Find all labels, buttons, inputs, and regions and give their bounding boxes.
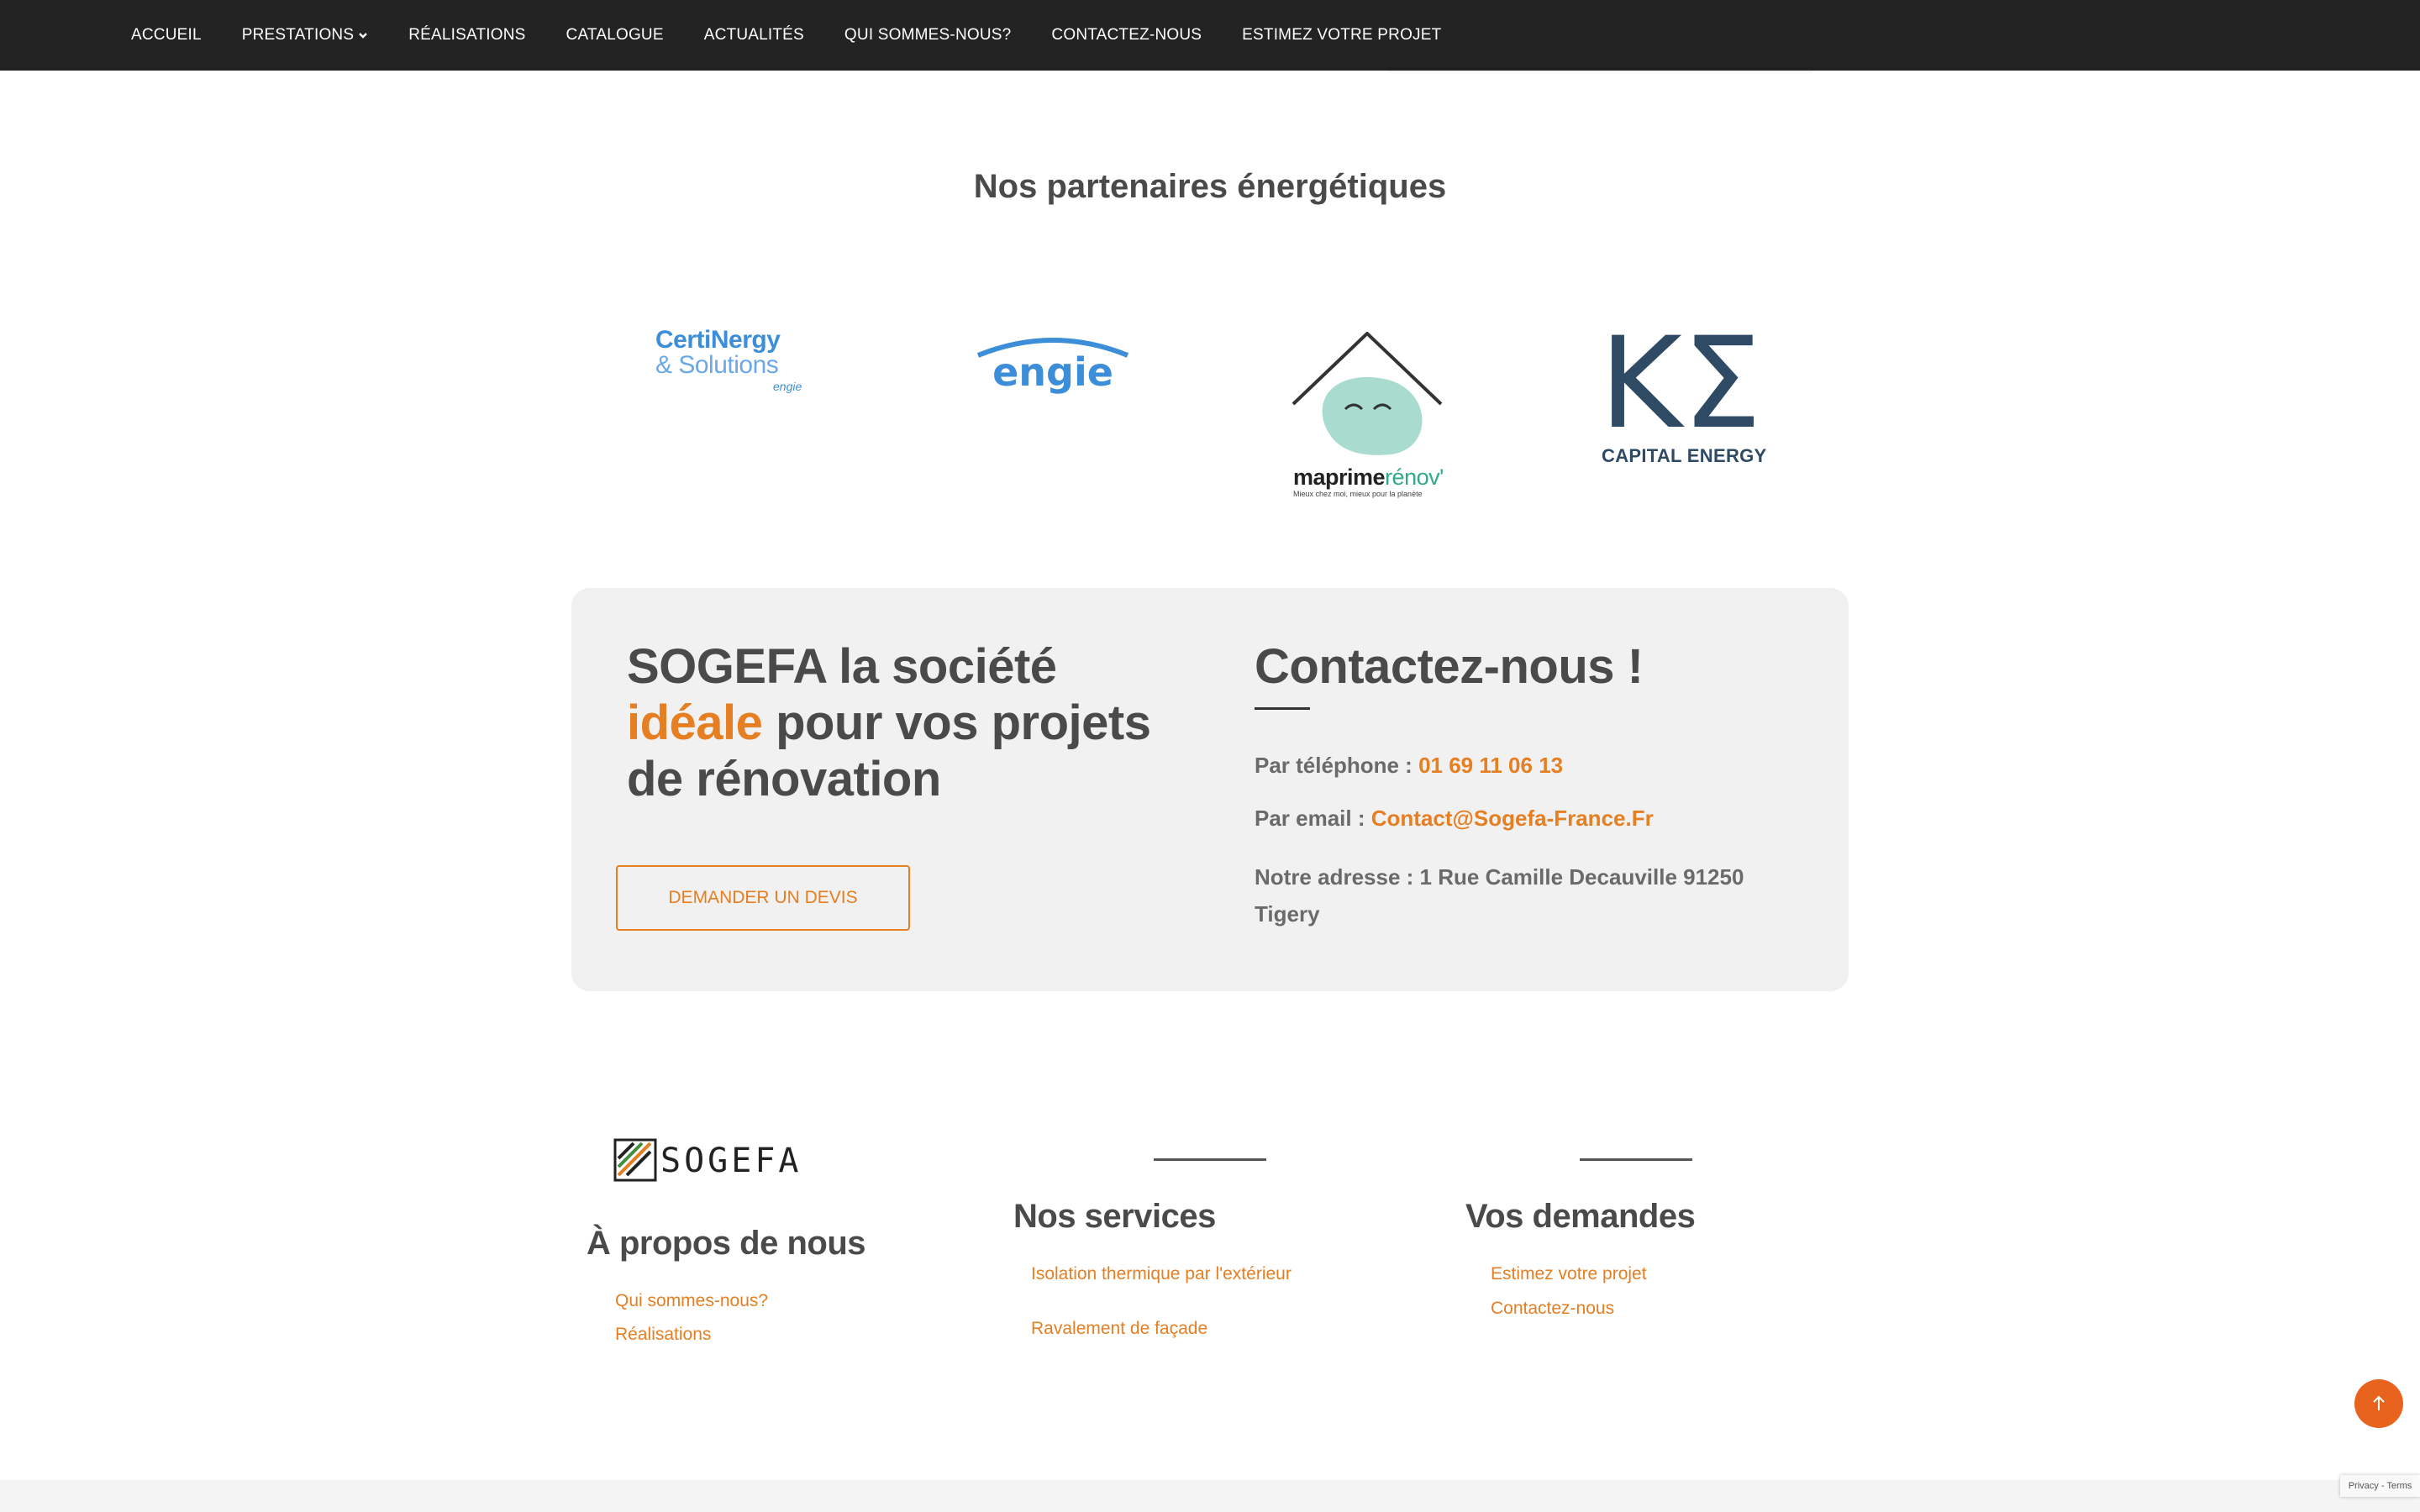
nav-menu: ACCUEIL PRESTATIONS RÉALISATIONS CATALOG… [131,0,1481,71]
nav-label: CONTACTEZ-NOUS [1051,26,1202,44]
certinergy-logo-sub: engie [773,380,802,393]
contact-email: Par email : Contact@Sogefa-France.Fr [1255,806,1654,832]
capital-energy-symbol-text: ΚΣ [1599,328,1761,437]
phone-label: Par téléphone : [1255,753,1413,778]
cta-contact-box: SOGEFA la société idéale pour vos projet… [571,588,1849,991]
phone-link[interactable]: 01 69 11 06 13 [1418,753,1563,778]
contact-title: Contactez-nous ! [1255,639,1644,694]
footer-requests-title: Vos demandes [1465,1198,1696,1235]
nav-item-contactez-nous[interactable]: CONTACTEZ-NOUS [1051,26,1202,45]
services-divider [1154,1158,1266,1161]
capital-energy-symbol: ΚΣ [1599,311,1761,457]
dropdown-shadow [1386,67,1815,74]
capital-energy-logo: ΚΣ CAPITAL ENERGY [1597,311,1767,470]
engie-logo-mark: engie [976,338,1129,395]
engie-logo-text: engie [992,349,1113,395]
certinergy-logo-line1: CertiNergy [655,326,781,354]
cta-heading-accent: idéale [627,696,763,750]
certinergy-logo-line2: & Solutions [655,351,779,379]
nav-label: CATALOGUE [566,26,664,44]
email-link[interactable]: Contact@Sogefa-France.Fr [1371,806,1654,831]
maprimerenov-logo: maprimerénov' Mieux chez moi, mieux pour… [1290,331,1445,500]
recaptcha-badge[interactable]: Privacy - Terms [2340,1475,2420,1497]
nav-label: RÉALISATIONS [408,26,526,44]
top-navigation: ACCUEIL PRESTATIONS RÉALISATIONS CATALOG… [0,0,2420,71]
maprimerenov-logo-accent: rénov' [1385,465,1444,490]
nav-label: QUI SOMMES-NOUS? [844,26,1012,44]
email-label: Par email : [1255,806,1365,831]
back-to-top-button[interactable] [2354,1379,2403,1428]
nav-item-accueil[interactable]: ACCUEIL [131,26,202,45]
nav-item-actualites[interactable]: ACTUALITÉS [704,26,804,45]
nav-item-qui-sommes-nous[interactable]: QUI SOMMES-NOUS? [844,26,1012,45]
footer-about-title: À propos de nous [587,1225,866,1262]
contact-phone: Par téléphone : 01 69 11 06 13 [1255,753,1563,779]
footer-link-qui-sommes-nous[interactable]: Qui sommes-nous? [615,1291,768,1311]
sogefa-logo[interactable]: SOGEFA [613,1138,799,1182]
capital-energy-caption: CAPITAL ENERGY [1602,445,1767,466]
cta-heading-part1: SOGEFA la société [627,639,1057,694]
footer-link-isolation[interactable]: Isolation thermique par l'extérieur [1031,1264,1292,1284]
engie-logo: engie [973,330,1133,397]
sogefa-logo-text: SOGEFA [660,1142,802,1180]
partners-title: Nos partenaires énergétiques [973,168,1447,205]
cta-heading: SOGEFA la société idéale pour vos projet… [627,638,1165,807]
footer-bottom-band [0,1480,2420,1512]
nav-item-estimez-votre-projet[interactable]: ESTIMEZ VOTRE PROJET [1242,26,1441,45]
sogefa-logo-mark [613,1138,657,1182]
chevron-down-icon [359,33,368,39]
nav-item-realisations[interactable]: RÉALISATIONS [408,26,525,45]
footer-link-ravalement[interactable]: Ravalement de façade [1031,1319,1207,1339]
footer-link-realisations[interactable]: Réalisations [615,1325,711,1345]
contact-title-divider [1255,707,1310,710]
nav-label: ACTUALITÉS [703,26,804,44]
request-quote-button[interactable]: DEMANDER UN DEVIS [616,865,910,931]
house-icon [1292,331,1443,455]
maprimerenov-logo-bold: maprime [1293,465,1386,490]
footer-services-title: Nos services [1013,1198,1216,1235]
maprimerenov-logo-text: maprimerénov' [1293,465,1444,491]
nav-label: ESTIMEZ VOTRE PROJET [1242,26,1442,44]
nav-label: ACCUEIL [131,26,202,44]
arrow-up-icon [2373,1395,2385,1410]
footer-link-contactez[interactable]: Contactez-nous [1491,1299,1614,1319]
nav-item-prestations[interactable]: PRESTATIONS [242,26,368,45]
contact-address: Notre adresse : 1 Rue Camille Decauville… [1255,858,1792,932]
certinergy-logo: CertiNergy & Solutions engie [655,328,823,412]
address-label: Notre adresse : [1255,864,1414,890]
requests-divider [1580,1158,1692,1161]
nav-item-catalogue[interactable]: CATALOGUE [566,26,664,45]
nav-label: PRESTATIONS [241,26,355,44]
maprimerenov-tagline: Mieux chez moi, mieux pour la planète [1293,490,1423,498]
footer-link-estimez[interactable]: Estimez votre projet [1491,1264,1647,1284]
